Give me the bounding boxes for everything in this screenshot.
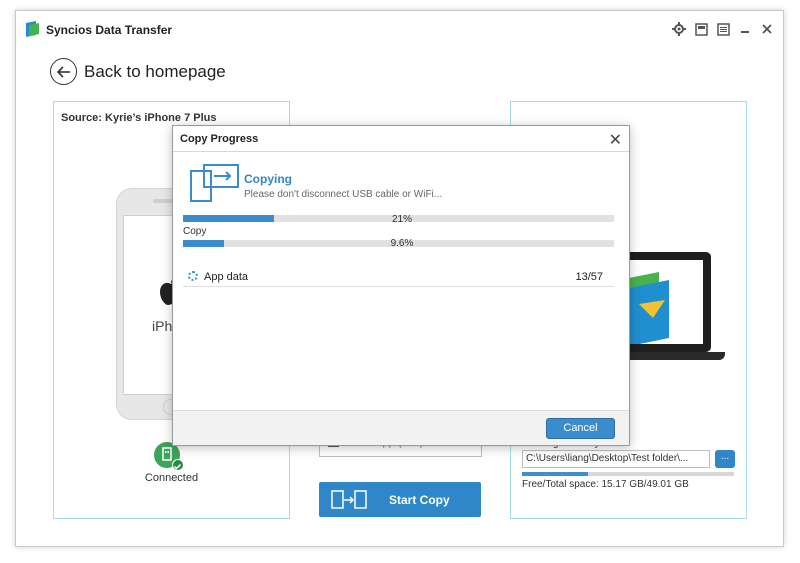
cancel-button[interactable]: Cancel [546, 418, 615, 439]
app-window: Syncios Data Transfer Back to homepage S… [15, 10, 784, 547]
title-bar: Syncios Data Transfer [16, 11, 783, 47]
loading-spinner-icon [188, 271, 198, 281]
copy-status-subtitle: Please don't disconnect USB cable or WiF… [244, 189, 443, 200]
check-icon [172, 459, 184, 471]
dialog-close-icon[interactable]: ✕ [609, 130, 622, 150]
transfer-icon [331, 490, 367, 509]
laptop-illustration [621, 252, 711, 352]
item-count: 13/57 [575, 271, 603, 283]
copy-progress-dialog: Copy Progress ✕ Copying Please don't dis… [172, 125, 630, 446]
dialog-footer: Cancel [173, 410, 629, 445]
browse-button[interactable]: ... [715, 450, 735, 468]
item-label: App data [204, 271, 249, 283]
source-device-label: Source: Kyrie’s iPhone 7 Plus [61, 112, 217, 124]
copying-transfer-icon [190, 164, 239, 202]
laptop-screen [629, 260, 703, 344]
menu-icon[interactable] [715, 21, 731, 37]
app-logo-icon [26, 21, 39, 37]
minimize-icon[interactable] [737, 21, 753, 37]
backup-icon[interactable] [693, 21, 709, 37]
titlebar-controls [671, 21, 775, 37]
copy-label: Copy [183, 226, 207, 237]
back-arrow-icon [50, 58, 77, 85]
disk-space-fill [522, 472, 588, 476]
disk-space-text: Free/Total space: 15.17 GB/49.01 GB [522, 479, 689, 490]
connection-status: Connected [144, 472, 199, 484]
dialog-title: Copy Progress [180, 133, 259, 145]
list-item: App data 13/57 [183, 265, 614, 287]
start-copy-label: Start Copy [389, 493, 450, 507]
gear-icon[interactable] [671, 21, 687, 37]
overall-progress-percent: 21% [391, 214, 412, 225]
disk-space-bar [522, 472, 734, 476]
copy-status-title: Copying [244, 172, 292, 186]
app-title: Syncios Data Transfer [46, 23, 173, 37]
close-icon[interactable] [759, 21, 775, 37]
dialog-title-bar: Copy Progress ✕ [173, 126, 629, 152]
back-label: Back to homepage [84, 61, 226, 81]
working-directory-field[interactable]: C:\Users\liang\Desktop\Test folder\... [522, 450, 710, 468]
item-progress-percent: 9.6% [390, 238, 414, 249]
start-copy-button[interactable]: Start Copy [319, 482, 481, 517]
syncios-logo-icon [629, 272, 669, 344]
laptop-base [617, 352, 725, 360]
back-to-homepage-button[interactable]: Back to homepage [50, 58, 226, 85]
